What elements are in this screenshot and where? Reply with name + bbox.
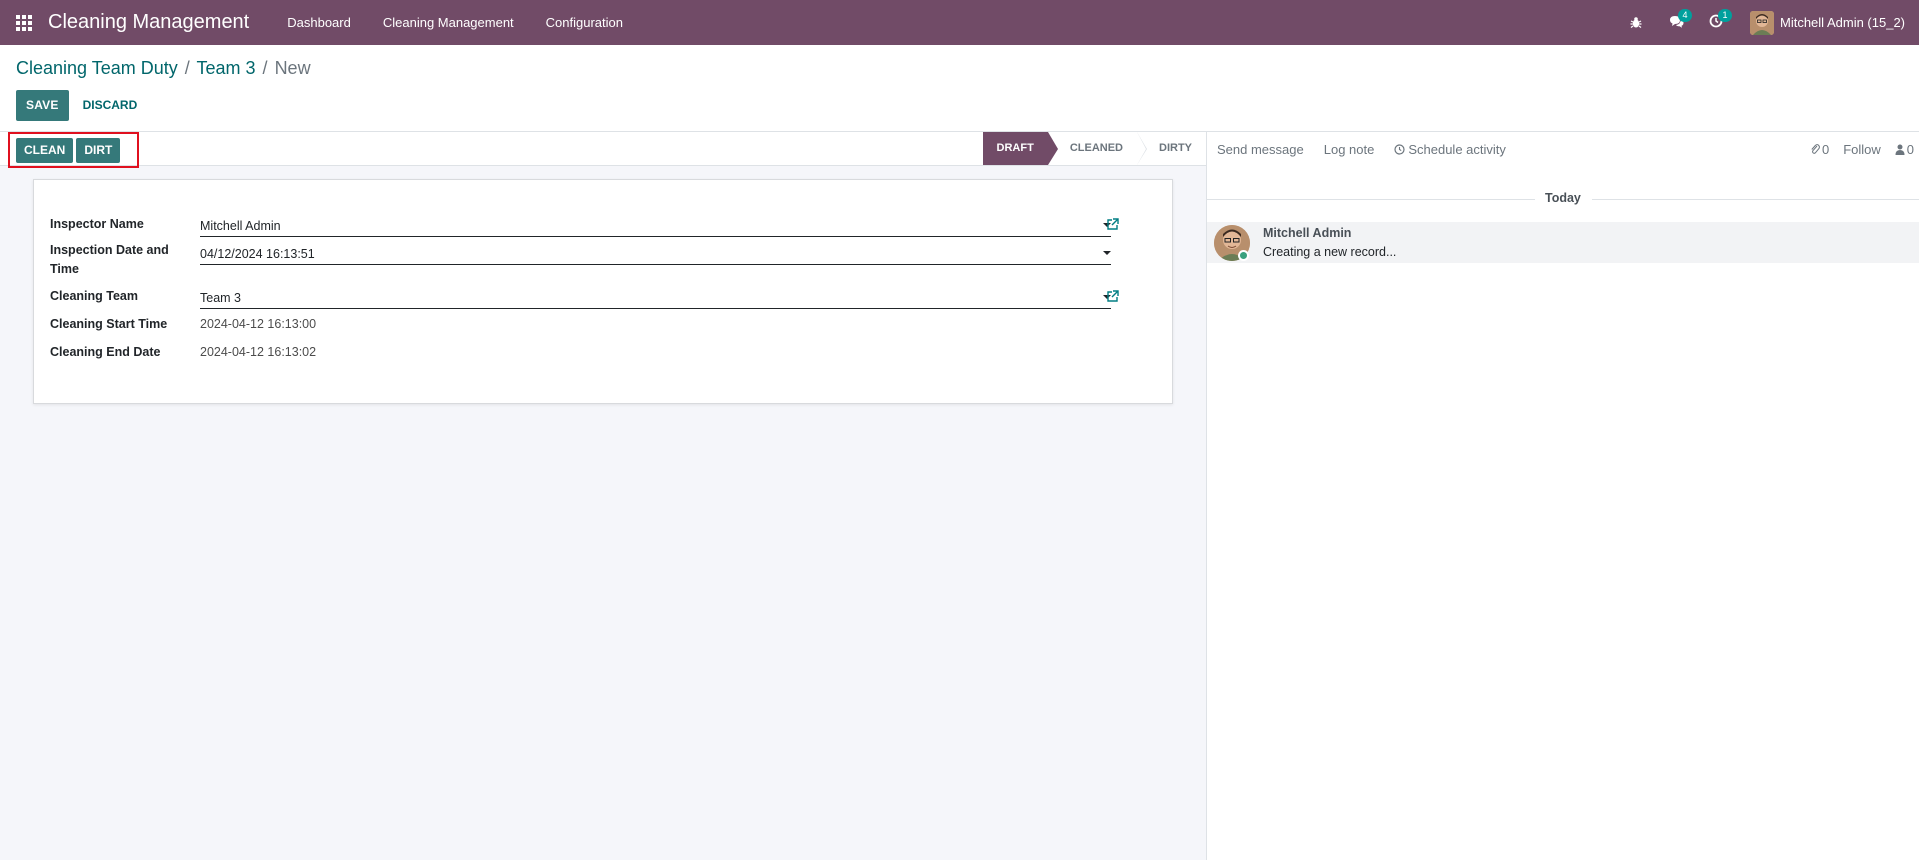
form-buttons: SAVE DISCARD	[16, 90, 151, 121]
dirt-button[interactable]: DIRT	[76, 137, 121, 163]
app-title[interactable]: Cleaning Management	[48, 11, 249, 34]
inspection-datetime-label-line1: Inspection Date and	[50, 243, 169, 257]
header-action-buttons: CLEAN DIRT	[8, 132, 139, 168]
breadcrumb-separator: /	[184, 58, 190, 78]
stage-cleaned[interactable]: CLEANED	[1047, 132, 1148, 165]
user-name: Mitchell Admin (15_2)	[1780, 15, 1905, 30]
user-icon	[1895, 144, 1905, 155]
form-sheet: Inspector Name Mitchell Admin Inspection…	[33, 179, 1173, 404]
followers-count: 0	[1906, 141, 1914, 157]
cleaning-team-label: Cleaning Team	[50, 289, 138, 303]
stage-draft[interactable]: DRAFT	[982, 132, 1059, 165]
cleaning-team-field[interactable]: Team 3	[200, 287, 1111, 309]
cleaning-end-date-label: Cleaning End Date	[50, 345, 161, 359]
cleaning-team-value: Team 3	[200, 291, 241, 305]
chatter: Send message Log note Schedule activity …	[1206, 131, 1919, 860]
send-message-button[interactable]: Send message	[1217, 142, 1304, 157]
schedule-activity-label: Schedule activity	[1408, 141, 1506, 157]
date-separator: Today	[1207, 189, 1919, 209]
inspector-name-row: Inspector Name	[50, 215, 200, 234]
inspection-datetime-field[interactable]: 04/12/2024 16:13:51	[200, 243, 1111, 265]
separator-line	[1207, 199, 1535, 200]
log-note-button[interactable]: Log note	[1324, 142, 1375, 157]
follow-button[interactable]: Follow	[1843, 142, 1881, 157]
main-menu: Dashboard Cleaning Management Configurat…	[271, 0, 639, 45]
inspection-datetime-row: Inspection Date and Time	[50, 241, 200, 279]
cleaning-end-date-value: 2024-04-12 16:13:02	[200, 345, 317, 359]
clean-button[interactable]: CLEAN	[16, 137, 74, 163]
inspector-name-field[interactable]: Mitchell Admin	[200, 215, 1111, 237]
apps-menu-icon[interactable]	[0, 0, 48, 45]
messages-count-badge: 4	[1678, 9, 1692, 22]
inspector-name-value: Mitchell Admin	[200, 219, 281, 233]
date-separator-label: Today	[1545, 191, 1581, 205]
message-author[interactable]: Mitchell Admin	[1263, 226, 1351, 240]
menu-item-cleaning-management[interactable]: Cleaning Management	[367, 0, 530, 45]
attachments-button[interactable]: 0	[1810, 142, 1829, 157]
messaging-menu[interactable]: 4	[1656, 0, 1696, 45]
breadcrumb-current: New	[274, 58, 311, 78]
systray: 4 1 Mitchell Admin (15_2)	[1616, 0, 1919, 45]
cleaning-start-time-value: 2024-04-12 16:13:00	[200, 317, 317, 331]
clock-icon	[1394, 143, 1405, 155]
inspection-datetime-value: 04/12/2024 16:13:51	[200, 247, 315, 261]
schedule-activity-button[interactable]: Schedule activity	[1394, 142, 1506, 157]
external-link-icon[interactable]	[1106, 289, 1120, 303]
separator-line	[1592, 199, 1919, 200]
breadcrumb-separator: /	[262, 58, 268, 78]
save-button[interactable]: SAVE	[16, 90, 69, 121]
inspector-name-label: Inspector Name	[50, 217, 144, 231]
dropdown-caret-icon[interactable]	[1103, 251, 1111, 255]
online-status-icon	[1238, 250, 1249, 261]
breadcrumb-team-3[interactable]: Team 3	[196, 58, 255, 78]
chatter-right-tools: 0 Follow 0	[1810, 142, 1919, 157]
cleaning-team-row: Cleaning Team	[50, 287, 200, 306]
activities-count-badge: 1	[1718, 9, 1732, 22]
stage-dirty[interactable]: DIRTY	[1137, 132, 1206, 165]
breadcrumb-cleaning-team-duty[interactable]: Cleaning Team Duty	[16, 58, 178, 78]
user-avatar	[1750, 10, 1774, 35]
menu-item-dashboard[interactable]: Dashboard	[271, 0, 367, 45]
status-stages: DRAFT CLEANED DIRTY	[982, 132, 1206, 165]
chatter-topbar: Send message Log note Schedule activity …	[1207, 132, 1919, 166]
followers-button[interactable]: 0	[1895, 142, 1914, 157]
paperclip-icon	[1810, 143, 1820, 155]
cleaning-end-date-row: Cleaning End Date	[50, 343, 200, 362]
control-panel: Cleaning Team Duty / Team 3 / New SAVE D…	[0, 45, 1919, 131]
activity-menu[interactable]: 1	[1696, 0, 1736, 45]
form-view: CLEAN DIRT DRAFT CLEANED DIRTY Inspector…	[0, 131, 1206, 860]
breadcrumb: Cleaning Team Duty / Team 3 / New	[16, 58, 311, 79]
inspection-datetime-label: Inspection Date and Time	[50, 241, 200, 279]
menu-item-configuration[interactable]: Configuration	[530, 0, 639, 45]
form-statusbar: CLEAN DIRT DRAFT CLEANED DIRTY	[0, 132, 1206, 168]
user-menu[interactable]: Mitchell Admin (15_2)	[1750, 10, 1905, 35]
external-link-icon[interactable]	[1106, 217, 1120, 231]
top-navbar: Cleaning Management Dashboard Cleaning M…	[0, 0, 1919, 45]
cleaning-start-time-label: Cleaning Start Time	[50, 317, 168, 331]
debug-bug-icon[interactable]	[1616, 0, 1656, 45]
chatter-message: Mitchell Admin Creating a new record...	[1207, 222, 1919, 263]
cleaning-start-time-row: Cleaning Start Time	[50, 315, 200, 334]
inspection-datetime-label-line2: Time	[50, 262, 79, 276]
discard-button[interactable]: DISCARD	[69, 90, 152, 121]
message-body: Creating a new record...	[1263, 245, 1397, 259]
attachments-count: 0	[1821, 141, 1830, 157]
